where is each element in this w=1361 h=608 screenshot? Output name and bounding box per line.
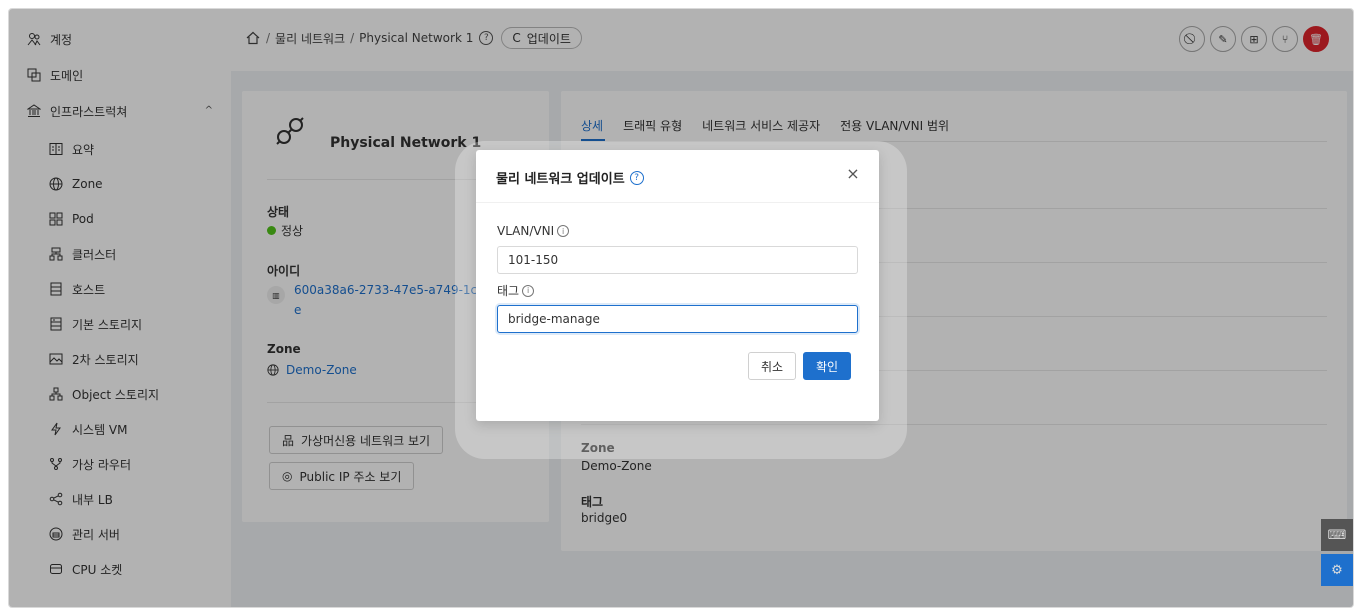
vlan-label-text: VLAN/VNI — [497, 224, 555, 238]
dialog-title-text: 물리 네트워크 업데이트 — [496, 172, 625, 187]
update-physical-network-dialog: 물리 네트워크 업데이트 ? × VLAN/VNI i 태그 i 취소 확인 — [476, 150, 879, 421]
tags-input[interactable] — [497, 305, 858, 333]
console-button[interactable]: ⌨ — [1321, 519, 1353, 551]
question-icon[interactable]: ? — [629, 170, 644, 185]
vlan-input[interactable] — [497, 246, 858, 274]
info-icon[interactable]: i — [522, 284, 535, 297]
ok-button[interactable]: 확인 — [803, 352, 851, 380]
info-icon[interactable]: i — [557, 225, 570, 237]
tags-label: 태그 i — [497, 282, 535, 299]
dialog-header-divider — [476, 202, 879, 203]
cancel-button[interactable]: 취소 — [748, 352, 796, 380]
code-icon: ⌨ — [1327, 527, 1347, 543]
app-window: 계정 도메인 인프라스트럭쳐 ^ 요약 Zone Pod 클러스터 호스트 기본… — [8, 8, 1354, 608]
tags-label-text: 태그 — [497, 284, 520, 298]
gear-icon: ⚙ — [1331, 562, 1343, 578]
settings-button[interactable]: ⚙ — [1321, 554, 1353, 586]
vlan-label: VLAN/VNI i — [497, 224, 570, 238]
dialog-title: 물리 네트워크 업데이트 ? — [496, 168, 644, 187]
close-icon[interactable]: × — [845, 166, 861, 182]
